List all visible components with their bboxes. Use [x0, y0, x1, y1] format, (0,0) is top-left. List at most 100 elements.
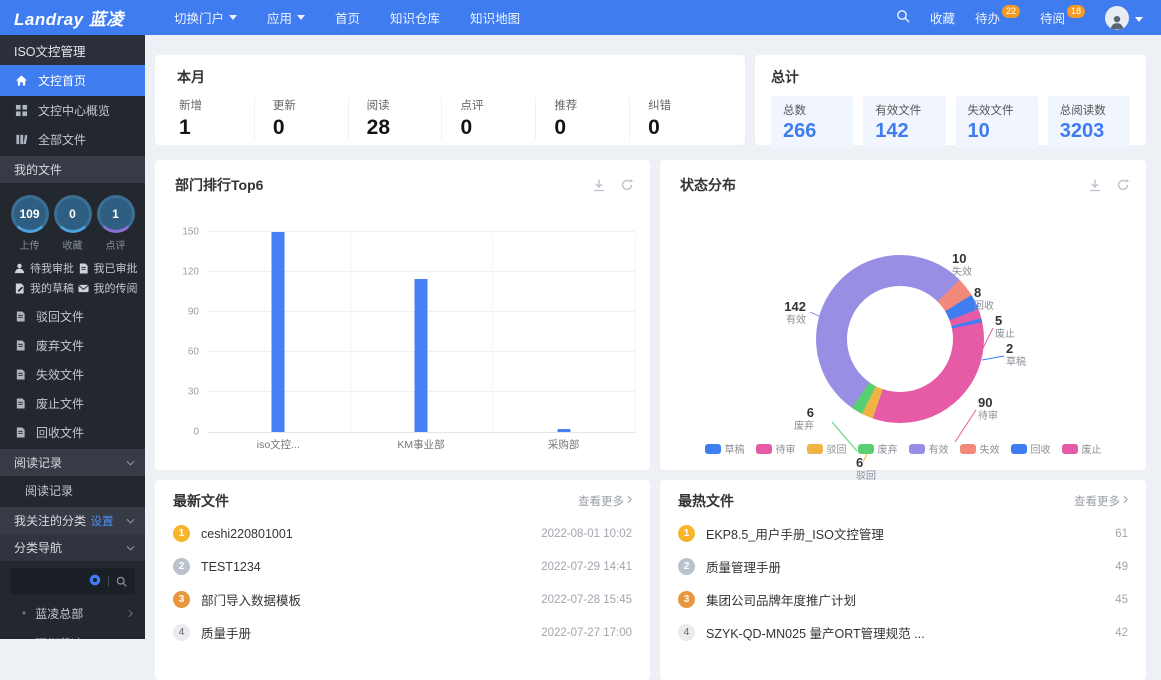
sidebar-item-label: 文控首页: [38, 72, 86, 89]
user-menu[interactable]: [1105, 6, 1143, 30]
file-meta: 49: [1115, 561, 1128, 573]
month-stat-点评: 点评0: [441, 97, 535, 140]
list-item[interactable]: 1ceshi2208010012022-08-01 10:02: [173, 517, 632, 550]
nav-item-toread[interactable]: 待阅18: [1040, 8, 1085, 27]
latest-more-link[interactable]: 查看更多: [578, 493, 632, 509]
sidebar-section-reading[interactable]: 阅读记录: [0, 449, 145, 476]
home-icon: [15, 74, 28, 87]
settings-link[interactable]: 设置: [91, 513, 114, 529]
bar-iso文控...[interactable]: [272, 232, 285, 432]
nav-item-knowledge-repo[interactable]: 知识仓库: [390, 8, 440, 27]
quick-link-label: 待我审批: [30, 260, 74, 276]
donut-label-valid: 142有效: [784, 300, 806, 326]
sidebar-item-recycled-files[interactable]: 回收文件: [0, 418, 145, 447]
list-item[interactable]: 2质量管理手册49: [678, 550, 1128, 583]
list-item[interactable]: 3集团公司品牌年度推广计划45: [678, 583, 1128, 616]
sidebar-stat-comments[interactable]: 1点评: [95, 195, 137, 252]
file-meta: 2022-07-27 17:00: [541, 627, 632, 639]
donut-label-text: 废止: [995, 329, 1015, 341]
file-title[interactable]: 质量管理手册: [706, 557, 781, 576]
file-title[interactable]: SZYK-QD-MN025 量产ORT管理规范 ...: [706, 623, 925, 642]
navbar-right-items: 收藏 待办22 待阅18: [930, 8, 1085, 27]
legend-item-valid[interactable]: 有效: [909, 441, 949, 456]
sidebar-item-rejected-files[interactable]: 驳回文件: [0, 302, 145, 331]
medal-rank-2-icon: 2: [173, 558, 190, 575]
y-axis-tick: 0: [165, 427, 199, 438]
sidebar-link-my-circulated[interactable]: 我的传阅: [78, 280, 142, 296]
list-item[interactable]: 4SZYK-QD-MN025 量产ORT管理规范 ...42: [678, 616, 1128, 649]
donut-label-text: 失效: [952, 267, 972, 279]
total-stat-失效文件: 失效文件 10: [956, 96, 1038, 149]
sidebar-item-discarded-files[interactable]: 废弃文件: [0, 331, 145, 360]
target-icon[interactable]: [89, 574, 101, 589]
nav-item-switch-portal[interactable]: 切换门户: [174, 8, 237, 27]
nav-item-knowledge-map[interactable]: 知识地图: [470, 8, 520, 27]
file-title[interactable]: TEST1234: [201, 560, 261, 574]
search-icon-small[interactable]: [116, 576, 127, 587]
sidebar-item-all-files[interactable]: 全部文件: [0, 125, 145, 154]
legend-swatch: [960, 444, 976, 454]
chevron-down-icon: [126, 545, 135, 551]
bar-KM事业部[interactable]: [415, 279, 428, 432]
refresh-icon[interactable]: [620, 178, 634, 192]
sidebar-tree-landray-hq[interactable]: •蓝凌总部: [0, 598, 145, 628]
sidebar-stat-uploads[interactable]: 109上传: [9, 195, 51, 252]
stat-value: 10: [968, 120, 1026, 143]
summary-row: 本月 新增1更新0阅读28点评0推荐0纠错0 总计 总数266有效文件142失效…: [155, 55, 1146, 145]
download-icon[interactable]: [1088, 178, 1102, 192]
sidebar-link-my-drafts[interactable]: 我的草稿: [14, 280, 78, 296]
file-title[interactable]: EKP8.5_用户手册_ISO文控管理: [706, 524, 884, 543]
stat-value: 0: [648, 116, 723, 140]
list-item[interactable]: 3部门导入数据模板2022-07-28 15:45: [173, 583, 632, 616]
sidebar-section-category-nav[interactable]: 分类导航: [0, 534, 145, 561]
legend-label: 草稿: [725, 441, 745, 456]
legend-item-draft[interactable]: 草稿: [705, 441, 745, 456]
donut-label-invalid: 10失效: [952, 252, 972, 278]
sidebar-stat-favorites[interactable]: 0收藏: [52, 195, 94, 252]
sidebar-item-label: 废弃文件: [36, 337, 84, 354]
legend-item-abolished[interactable]: 废止: [1062, 441, 1102, 456]
sidebar-tree-shenzhen[interactable]: •深圳蓝凌: [0, 628, 145, 639]
download-icon[interactable]: [592, 178, 606, 192]
list-item[interactable]: 2TEST12342022-07-29 14:41: [173, 550, 632, 583]
quick-link-label: 我的草稿: [30, 280, 74, 296]
sidebar-item-docs-overview[interactable]: 文控中心概览: [0, 96, 145, 125]
category-search-input[interactable]: [18, 575, 83, 587]
sidebar-item-abolished-files[interactable]: 废止文件: [0, 389, 145, 418]
nav-item-apps[interactable]: 应用: [267, 8, 305, 27]
file-title[interactable]: 质量手册: [201, 623, 251, 642]
nav-item-favorites[interactable]: 收藏: [930, 8, 955, 27]
legend-item-rejected[interactable]: 驳回: [807, 441, 847, 456]
legend-swatch: [705, 444, 721, 454]
sidebar-section-followed-categories[interactable]: 我关注的分类 设置: [0, 507, 145, 534]
hottest-more-link[interactable]: 查看更多: [1074, 493, 1128, 509]
y-axis-tick: 30: [165, 387, 199, 398]
sidebar-item-reading-records[interactable]: 阅读记录: [0, 476, 145, 505]
legend-item-invalid[interactable]: 失效: [960, 441, 1000, 456]
refresh-icon[interactable]: [1116, 178, 1130, 192]
nav-item-todo[interactable]: 待办22: [975, 8, 1020, 27]
file-title[interactable]: 集团公司品牌年度推广计划: [706, 590, 856, 609]
sidebar-link-await-my-approval[interactable]: 待我审批: [14, 260, 78, 276]
nav-item-home[interactable]: 首页: [335, 8, 360, 27]
legend-label: 待审: [776, 441, 796, 456]
file-meta: 45: [1115, 594, 1128, 606]
sidebar-item-docs-home[interactable]: 文控首页: [0, 65, 145, 96]
gridline-vertical: [635, 233, 636, 432]
file-title[interactable]: ceshi220801001: [201, 527, 293, 541]
sidebar-item-invalid-files[interactable]: 失效文件: [0, 360, 145, 389]
nav-item-label: 首页: [335, 8, 360, 27]
legend-item-pending[interactable]: 待审: [756, 441, 796, 456]
stat-label: 失效文件: [968, 102, 1026, 118]
latest-files-card: 最新文件 查看更多 1ceshi2208010012022-08-01 10:0…: [155, 480, 650, 680]
legend-item-discarded[interactable]: 废弃: [858, 441, 898, 456]
legend-label: 废止: [1082, 441, 1102, 456]
legend-item-recycled[interactable]: 回收: [1011, 441, 1051, 456]
sidebar-link-my-approved[interactable]: 我已审批: [78, 260, 142, 276]
global-search-button[interactable]: [896, 9, 910, 26]
list-item[interactable]: 4质量手册2022-07-27 17:00: [173, 616, 632, 649]
bar-采购部[interactable]: [557, 429, 570, 432]
list-item[interactable]: 1EKP8.5_用户手册_ISO文控管理61: [678, 517, 1128, 550]
file-title[interactable]: 部门导入数据模板: [201, 590, 301, 609]
doc-icon: [15, 340, 26, 351]
